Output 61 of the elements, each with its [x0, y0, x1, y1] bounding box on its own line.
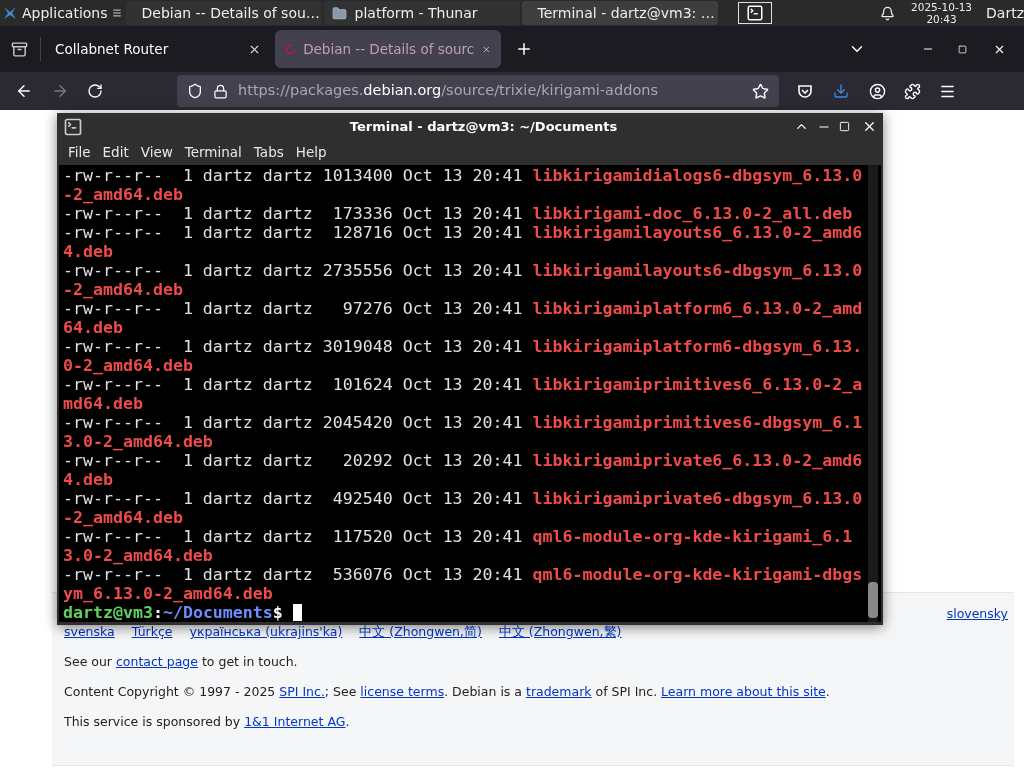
prompt-symbol: $ — [272, 603, 283, 622]
menu-item[interactable]: Edit — [96, 142, 135, 163]
terminal-icon — [745, 4, 764, 22]
taskbar-button[interactable]: platform - Thunar — [323, 1, 520, 25]
footer-text: This service is sponsored by 1&1 Internet AG. — [64, 713, 351, 731]
archive-icon[interactable] — [11, 40, 28, 58]
language-link[interactable]: 中文 (Zhongwen,繁) — [498, 623, 622, 641]
menu-item[interactable]: Help — [289, 142, 333, 163]
taskbar-button[interactable]: Debian -- Details of sou… — [125, 1, 322, 25]
language-link[interactable]: 中文 (Zhongwen,简) — [359, 623, 482, 641]
footer-text: Content Copyright © 1997 - 2025 SPI Inc.; See license terms. Debian is a trademark of SPI Inc. Learn more about this site. — [64, 683, 831, 701]
pocket-icon[interactable] — [797, 83, 813, 99]
footer-link[interactable]: Learn more about this site — [661, 684, 826, 699]
scrollbar[interactable] — [868, 165, 878, 622]
taskbar-button[interactable]: Terminal - dartz@vm3: … — [521, 1, 718, 25]
lock-icon[interactable] — [213, 83, 228, 99]
terminal-launcher[interactable] — [737, 2, 772, 24]
maximize-icon[interactable] — [958, 44, 967, 54]
scrollbar-thumb[interactable] — [868, 582, 878, 618]
menu-icon — [111, 8, 122, 18]
language-link[interactable]: Türkçe — [131, 623, 173, 641]
reload-icon[interactable] — [87, 83, 103, 99]
address-bar[interactable]: https://packages.debian.org/source/trixie/kirigami-addons — [177, 75, 779, 107]
menu-item[interactable]: File — [62, 142, 97, 163]
user-name[interactable]: Dartz — [986, 2, 1024, 24]
language-link[interactable]: svenska — [64, 623, 115, 641]
file-listing-line: -rw-r--r-- 1 dartz dartz 536076 Oct 13 20:41 qml6-module-org-kde-kirigami-dbgsym_6.13.0-2_amd64.deb — [63, 565, 864, 603]
extensions-icon[interactable] — [904, 82, 921, 100]
cursor — [292, 604, 302, 621]
browser-tab[interactable]: Collabnet Router — [45, 30, 271, 68]
download-icon[interactable] — [833, 83, 849, 99]
bookmark-star-icon[interactable] — [752, 82, 769, 100]
date-text: 2025-10-13 — [911, 1, 973, 13]
language-link[interactable]: slovensky — [946, 605, 1008, 623]
menu-item[interactable]: Terminal — [178, 142, 248, 163]
window-title: Terminal - dartz@vm3: ~/Documents — [348, 117, 619, 136]
account-icon[interactable] — [869, 82, 886, 100]
notification-bell-icon[interactable] — [880, 5, 895, 21]
applications-menu[interactable]: Applications — [0, 0, 124, 26]
footer-text: See our contact page to get in touch. — [64, 653, 299, 671]
terminal-icon — [63, 116, 83, 137]
url-text: https://packages.debian.org/source/trixie/kirigami-addons — [238, 81, 658, 101]
footer-link[interactable]: contact page — [116, 654, 198, 669]
shield-icon[interactable] — [187, 83, 203, 99]
browser-tab[interactable]: Debian -- Details of sourc — [275, 30, 501, 68]
footer-link[interactable]: trademark — [526, 684, 592, 699]
folder-icon — [331, 5, 347, 21]
time-text: 20:43 — [926, 13, 957, 25]
close-icon[interactable] — [862, 119, 877, 134]
file-listing-line: -rw-r--r-- 1 dartz dartz 173336 Oct 13 20:41 libkirigami-doc_6.13.0-2_all.deb — [63, 204, 854, 223]
footer-link[interactable]: SPI Inc. — [279, 684, 325, 699]
language-link[interactable]: українська (ukrajins'ka) — [189, 623, 343, 641]
new-tab-icon[interactable] — [515, 40, 533, 58]
menu-item[interactable]: View — [134, 142, 179, 163]
prompt-user: dartz@vm3 — [63, 603, 153, 622]
prompt-path: ~/Documents — [162, 603, 273, 622]
clock[interactable]: 2025-10-13 20:43 — [911, 1, 973, 25]
prompt-separator: : — [152, 603, 163, 622]
maximize-icon[interactable] — [839, 121, 850, 132]
menu-item[interactable]: Tabs — [247, 142, 290, 163]
back-icon[interactable] — [15, 82, 33, 100]
